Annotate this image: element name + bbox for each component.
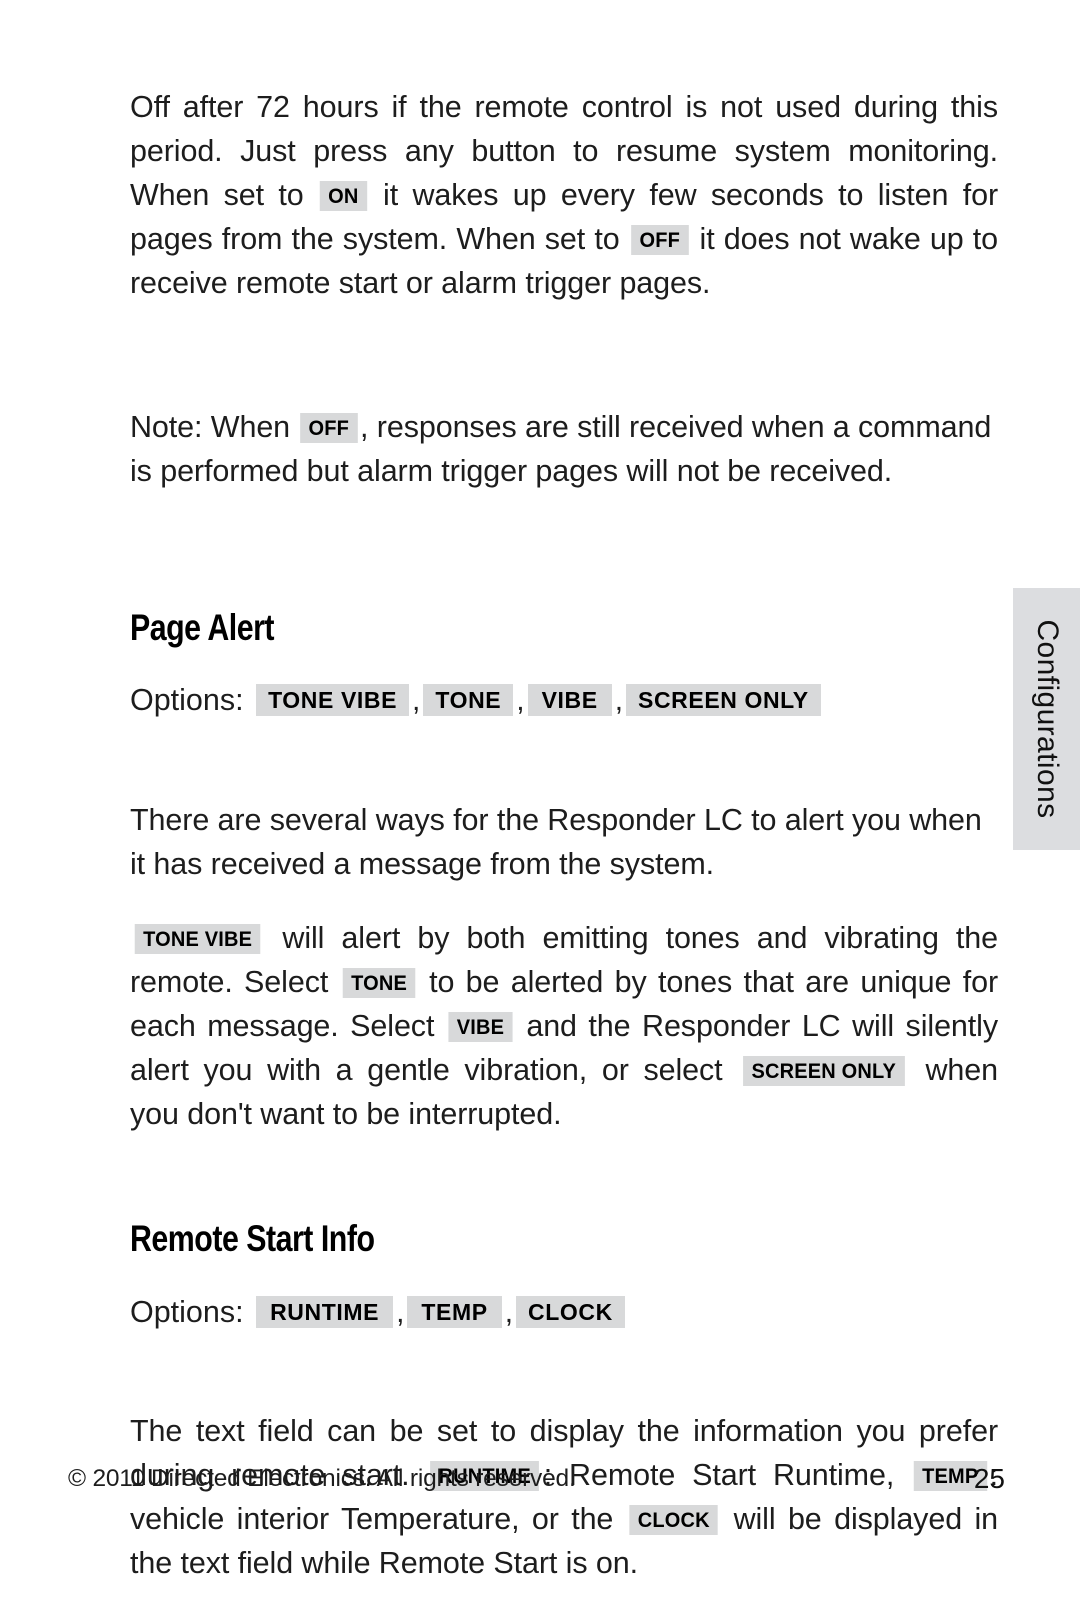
options-label: Options:	[130, 1294, 244, 1329]
paragraph-page-alert-intro: There are several ways for the Responder…	[130, 802, 982, 881]
heading-page-alert: Page Alert	[130, 606, 275, 648]
options-line-remote-start-info: Options: RUNTIME, TEMP, CLOCK	[130, 1292, 998, 1333]
badge-off: OFF	[300, 412, 358, 443]
page-footer: © 2011 Directed Electronics. All rights …	[68, 1462, 1012, 1502]
badge-vibe: VIBE	[448, 1012, 513, 1043]
paragraph-page-alert-details: TONE VIBE will alert by both emitting to…	[130, 916, 998, 1136]
options-separator: ,	[412, 684, 421, 718]
badge-clock: CLOCK	[629, 1505, 718, 1536]
option-badge-vibe[interactable]: VIBE	[527, 684, 612, 717]
text-segment: Note: When	[130, 409, 291, 444]
copyright-notice: © 2011 Directed Electronics. All rights …	[68, 1465, 576, 1492]
document-page: Configurations Off after 72 hours if the…	[0, 0, 1080, 1580]
heading-remote-start-info: Remote Start Info	[130, 1218, 375, 1260]
option-badge-tone[interactable]: TONE	[423, 684, 514, 717]
section-thumb-tab-label: Configurations	[1030, 619, 1064, 819]
option-badge-tone-vibe[interactable]: TONE VIBE	[256, 684, 410, 717]
badge-tone: TONE	[342, 968, 415, 999]
badge-screen-only: SCREEN ONLY	[743, 1056, 905, 1087]
option-badge-runtime[interactable]: RUNTIME	[256, 1295, 394, 1328]
badge-tone-vibe: TONE VIBE	[134, 924, 261, 955]
options-separator: ,	[516, 684, 525, 718]
options-label: Options:	[130, 683, 244, 718]
section-thumb-tab: Configurations	[1013, 588, 1080, 850]
options-separator: ,	[614, 684, 624, 718]
paragraph-standby-timeout: Off after 72 hours if the remote control…	[130, 85, 998, 305]
options-separator: ,	[504, 1295, 514, 1329]
badge-off: OFF	[630, 224, 689, 255]
page-number: 25	[973, 1463, 1005, 1494]
paragraph-note-off-behavior: Note: When OFF, responses are still rece…	[130, 405, 998, 493]
option-badge-screen-only[interactable]: SCREEN ONLY	[626, 684, 821, 717]
option-badge-clock[interactable]: CLOCK	[516, 1295, 625, 1328]
options-separator: ,	[396, 1295, 405, 1329]
badge-on: ON	[319, 180, 367, 211]
page-content: Off after 72 hours if the remote control…	[130, 54, 998, 1616]
option-badge-temp[interactable]: TEMP	[407, 1295, 502, 1328]
options-line-page-alert: Options: TONE VIBE, TONE, VIBE, SCREEN ONLY	[130, 680, 998, 721]
